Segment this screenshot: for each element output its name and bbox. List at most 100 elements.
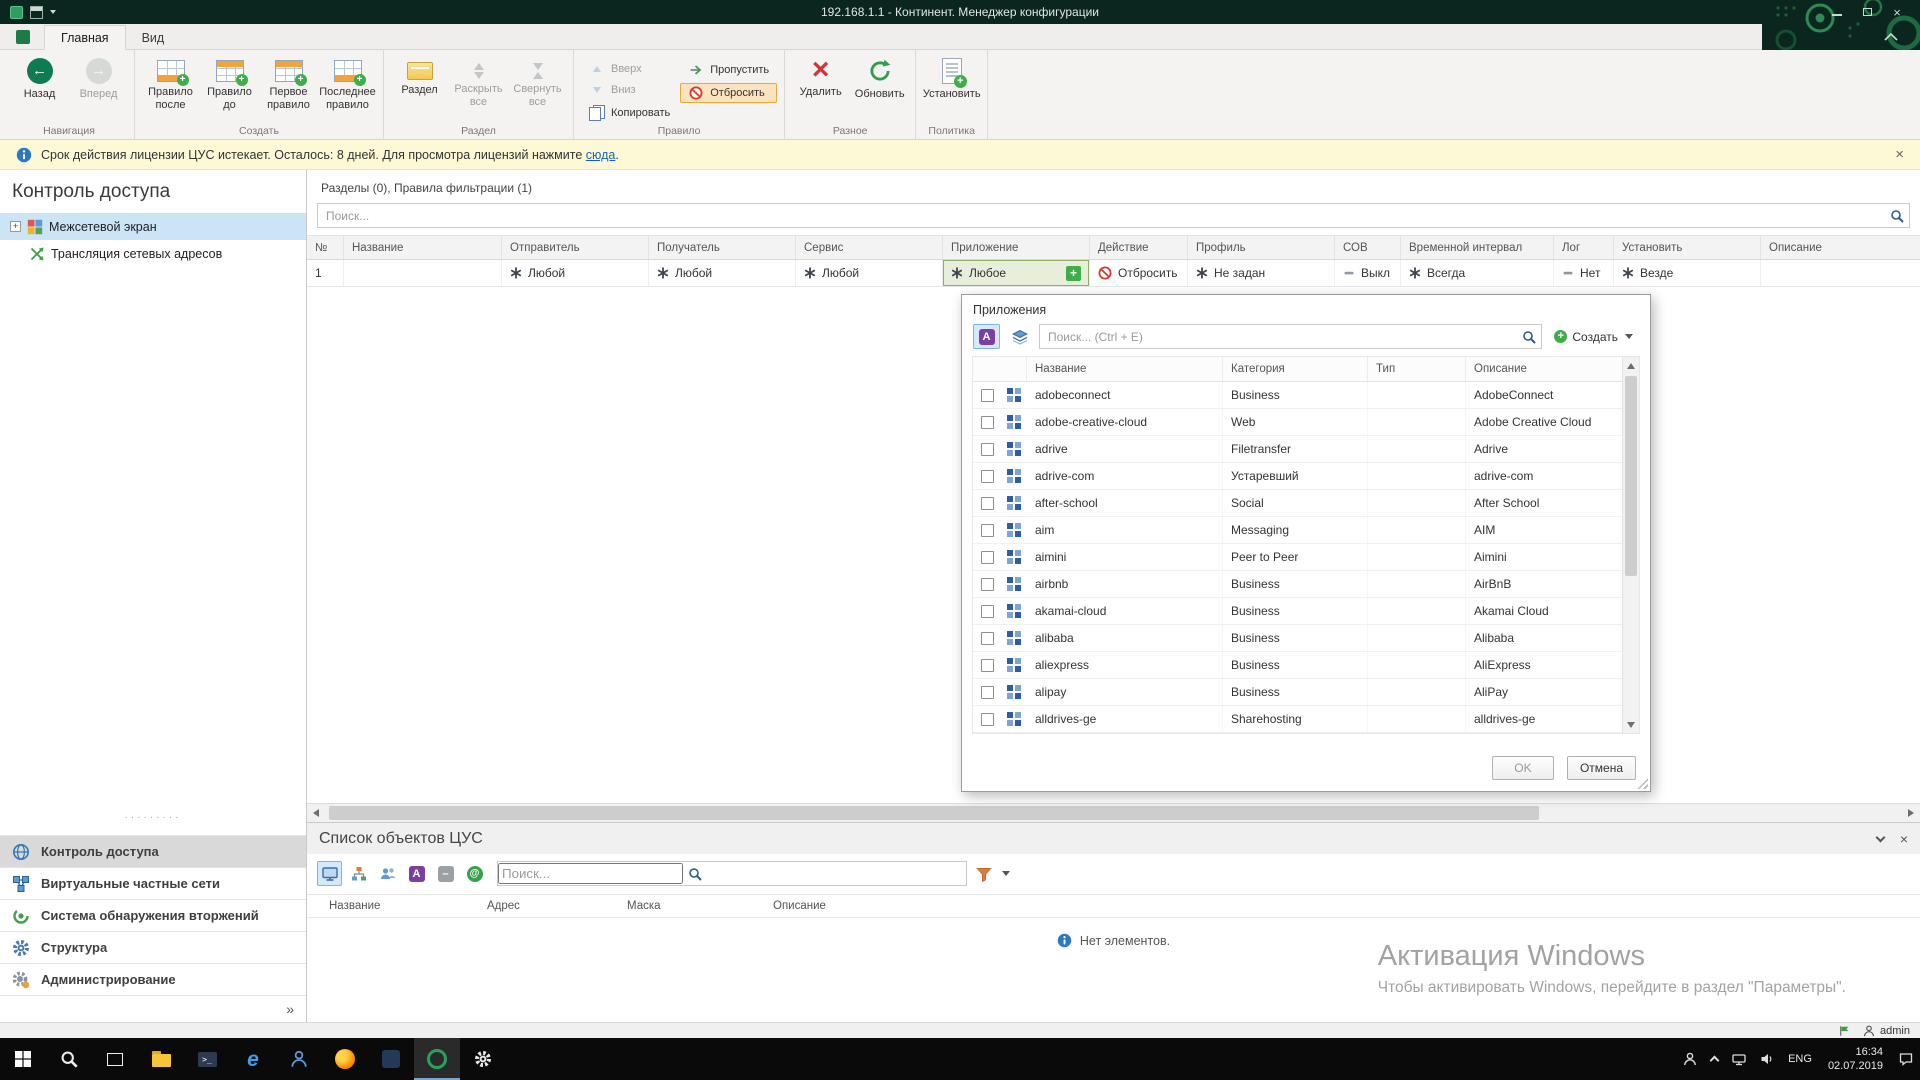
- filter-dropdown-icon[interactable]: [1002, 871, 1010, 876]
- horizontal-scrollbar[interactable]: [307, 803, 1920, 822]
- column-header[interactable]: Название: [344, 236, 502, 259]
- row-checkbox[interactable]: [981, 605, 994, 618]
- groups-filter-button[interactable]: [1006, 324, 1033, 349]
- tree-expander-icon[interactable]: +: [10, 221, 21, 232]
- row-checkbox[interactable]: [981, 497, 994, 510]
- scroll-up-button[interactable]: [1623, 357, 1639, 374]
- column-header[interactable]: Название: [307, 900, 479, 912]
- app-row[interactable]: after-school Social After School: [973, 490, 1622, 517]
- app-button[interactable]: [368, 1038, 414, 1080]
- collapse-panel-icon[interactable]: [1875, 832, 1885, 842]
- rule-after-button[interactable]: + Правило после: [142, 54, 199, 111]
- rules-search-input[interactable]: [318, 209, 1885, 223]
- column-header[interactable]: Лог: [1554, 236, 1614, 259]
- nav-item-vpn[interactable]: Виртуальные частные сети: [0, 867, 306, 899]
- column-header[interactable]: Описание: [765, 900, 1920, 912]
- rule-before-button[interactable]: + Правило до: [201, 54, 258, 111]
- create-button[interactable]: + Создать: [1548, 327, 1639, 347]
- back-button[interactable]: ← Назад: [11, 54, 68, 101]
- banner-close-button[interactable]: ×: [1895, 146, 1904, 163]
- terminal-button[interactable]: >_: [184, 1038, 230, 1080]
- license-link[interactable]: сюда: [586, 148, 616, 162]
- column-header[interactable]: Название: [1027, 357, 1223, 381]
- undefined-filter-button[interactable]: –: [433, 861, 458, 886]
- rule-application-cell[interactable]: Любое +: [943, 260, 1090, 286]
- objects-search-input[interactable]: [498, 863, 683, 884]
- app-row[interactable]: adrive-com Устаревший adrive-com: [973, 463, 1622, 490]
- search-icon[interactable]: [1885, 209, 1909, 223]
- column-header[interactable]: Установить: [1614, 236, 1761, 259]
- taskbar-search-button[interactable]: [46, 1038, 92, 1080]
- app-menu-button[interactable]: [16, 30, 30, 44]
- tray-expand-button[interactable]: [1704, 1038, 1725, 1080]
- row-checkbox[interactable]: [981, 470, 994, 483]
- column-header[interactable]: Получатель: [649, 236, 796, 259]
- collapse-all-button[interactable]: Свернуть все: [509, 54, 566, 108]
- chevron-down-icon[interactable]: [50, 10, 56, 17]
- column-header[interactable]: Сервис: [796, 236, 943, 259]
- network-tray-button[interactable]: [1725, 1038, 1753, 1080]
- maximize-button[interactable]: [1852, 0, 1882, 24]
- search-icon[interactable]: [683, 867, 707, 881]
- nav-item-administration[interactable]: Администрирование: [0, 963, 306, 995]
- row-checkbox[interactable]: [981, 416, 994, 429]
- refresh-button[interactable]: Обновить: [851, 54, 908, 101]
- delete-button[interactable]: × Удалить: [792, 54, 849, 99]
- row-checkbox[interactable]: [981, 524, 994, 537]
- column-header[interactable]: №: [307, 236, 344, 259]
- tree-item-nat[interactable]: Трансляция сетевых адресов: [0, 240, 306, 267]
- ok-button[interactable]: OK: [1492, 756, 1554, 780]
- nav-item-structure[interactable]: Структура: [0, 931, 306, 963]
- app-row[interactable]: alipay Business AliPay: [973, 679, 1622, 706]
- app-row[interactable]: aim Messaging AIM: [973, 517, 1622, 544]
- nav-more-button[interactable]: »: [0, 995, 306, 1022]
- nav-item-ids[interactable]: Система обнаружения вторжений: [0, 899, 306, 931]
- users-filter-button[interactable]: [375, 861, 400, 886]
- app-row[interactable]: alibaba Business Alibaba: [973, 625, 1622, 652]
- scroll-down-button[interactable]: [1623, 716, 1639, 733]
- expand-all-button[interactable]: Раскрыть все: [450, 54, 507, 108]
- column-header[interactable]: Действие: [1090, 236, 1188, 259]
- volume-tray-button[interactable]: [1753, 1038, 1781, 1080]
- continent-app-button[interactable]: [414, 1038, 460, 1080]
- row-checkbox[interactable]: [981, 686, 994, 699]
- scroll-left-button[interactable]: [307, 804, 325, 822]
- nav-item-access-control[interactable]: Контроль доступа: [0, 835, 306, 867]
- app-row[interactable]: airbnb Business AirBnB: [973, 571, 1622, 598]
- filter-button[interactable]: [971, 861, 996, 886]
- action-center-button[interactable]: [1892, 1038, 1920, 1080]
- browser-button[interactable]: e: [230, 1038, 276, 1080]
- app-row[interactable]: adrive Filetransfer Adrive: [973, 436, 1622, 463]
- move-down-button[interactable]: Вниз: [581, 81, 678, 99]
- settings-button[interactable]: [460, 1038, 506, 1080]
- row-checkbox[interactable]: [981, 632, 994, 645]
- column-header[interactable]: Маска: [619, 900, 765, 912]
- column-header[interactable]: Адрес: [479, 900, 619, 912]
- row-checkbox[interactable]: [981, 443, 994, 456]
- forward-button[interactable]: → Вперед: [70, 54, 127, 101]
- scroll-right-button[interactable]: [1902, 804, 1920, 822]
- column-header[interactable]: Описание: [1466, 357, 1622, 381]
- app-row[interactable]: aimini Peer to Peer Aimini: [973, 544, 1622, 571]
- add-application-button[interactable]: +: [1066, 266, 1081, 281]
- copy-button[interactable]: Копировать: [581, 102, 678, 124]
- cancel-button[interactable]: Отмена: [1567, 756, 1636, 780]
- column-header[interactable]: Профиль: [1188, 236, 1335, 259]
- services-filter-button[interactable]: @: [462, 861, 487, 886]
- app-row[interactable]: aliexpress Business AliExpress: [973, 652, 1622, 679]
- tray-people-button[interactable]: [1676, 1038, 1704, 1080]
- firefox-button[interactable]: [322, 1038, 368, 1080]
- close-panel-icon[interactable]: ×: [1900, 831, 1908, 847]
- file-explorer-button[interactable]: [138, 1038, 184, 1080]
- start-button[interactable]: [0, 1038, 46, 1080]
- close-button[interactable]: ×: [1882, 0, 1912, 24]
- save-icon[interactable]: [30, 6, 43, 19]
- minimize-button[interactable]: [1822, 0, 1852, 24]
- computers-filter-button[interactable]: [317, 861, 342, 886]
- skip-button[interactable]: Пропустить: [680, 60, 777, 80]
- tab-home[interactable]: Главная: [44, 25, 126, 50]
- section-button[interactable]: Раздел: [391, 54, 448, 97]
- tree-item-firewall[interactable]: + Межсетевой экран: [0, 213, 306, 240]
- tab-view[interactable]: Вид: [126, 26, 181, 49]
- column-header[interactable]: Приложение: [943, 236, 1090, 259]
